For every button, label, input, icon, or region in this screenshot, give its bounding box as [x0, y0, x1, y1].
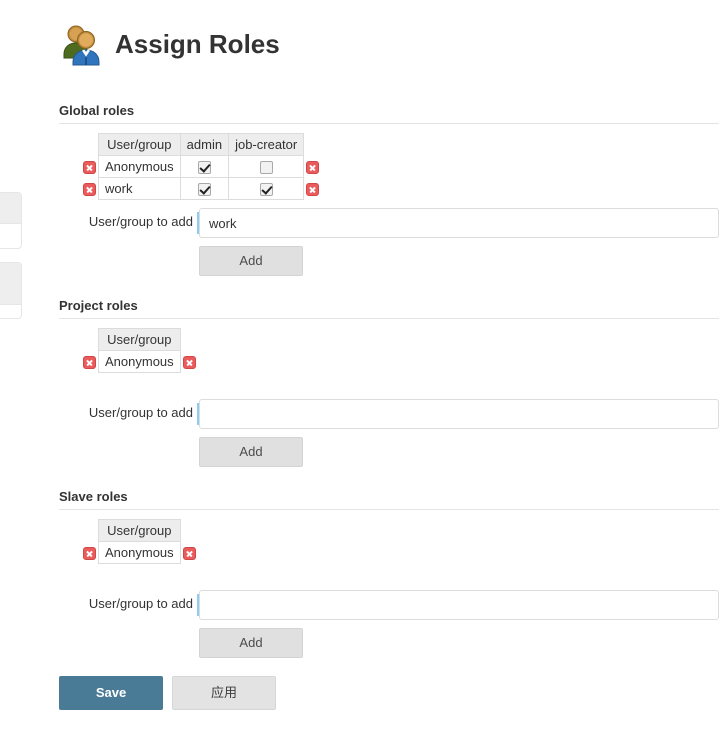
- section-project-roles: Project roles User/group Anonymous User/…: [59, 276, 719, 467]
- delete-row-icon[interactable]: [83, 161, 96, 175]
- section-slave-roles: Slave roles User/group Anonymous User/gr…: [59, 467, 719, 658]
- checkbox-admin[interactable]: [197, 183, 211, 197]
- table-row: Anonymous: [81, 155, 322, 178]
- sidebar-widget-stub-bottom: [0, 262, 22, 319]
- column-header-usergroup: User/group: [98, 133, 181, 156]
- sidebar-widget-stub-bottom-header: [0, 263, 21, 305]
- row-delete-column-header-right: [180, 329, 198, 351]
- global-add-field-wrap: [197, 208, 719, 238]
- cell-admin-checkbox[interactable]: [179, 155, 230, 178]
- cell-usergroup: Anonymous: [98, 541, 181, 564]
- project-add-user-row: User/group to add: [59, 399, 719, 429]
- row-delete-cell-right: [180, 542, 198, 564]
- global-add-user-row: User/group to add: [59, 208, 719, 238]
- project-usergroup-input[interactable]: [199, 399, 719, 429]
- column-header-usergroup: User/group: [98, 328, 181, 351]
- delete-row-icon[interactable]: [306, 183, 320, 197]
- slave-add-user-row: User/group to add: [59, 590, 719, 620]
- row-delete-column-header: [81, 329, 99, 351]
- project-add-button[interactable]: Add: [199, 437, 303, 467]
- global-usergroup-input[interactable]: [199, 208, 719, 238]
- global-add-button[interactable]: Add: [199, 246, 303, 276]
- column-header-usergroup: User/group: [98, 519, 181, 542]
- section-global-roles: Global roles User/group admin job-creato…: [59, 62, 719, 276]
- row-delete-column-header: [81, 520, 99, 542]
- project-roles-table: User/group Anonymous: [81, 328, 198, 373]
- row-delete-cell-left: [81, 178, 99, 200]
- focus-indicator: [197, 212, 199, 234]
- apply-button[interactable]: 应用: [172, 676, 276, 710]
- table-header-row: User/group admin job-creator: [81, 133, 322, 156]
- cell-usergroup: work: [98, 177, 181, 200]
- cell-admin-checkbox[interactable]: [179, 177, 230, 200]
- section-title-slave: Slave roles: [59, 489, 128, 504]
- table-row: Anonymous: [81, 541, 198, 564]
- save-button[interactable]: Save: [59, 676, 163, 710]
- global-roles-table-wrap: User/group admin job-creator Anonymous w…: [59, 124, 719, 200]
- slave-roles-table: User/group Anonymous: [81, 519, 198, 564]
- slave-add-button[interactable]: Add: [199, 628, 303, 658]
- delete-row-icon[interactable]: [83, 356, 96, 370]
- users-group-icon: [59, 20, 107, 68]
- project-add-field-wrap: [197, 399, 719, 429]
- row-delete-cell-right: [304, 178, 322, 200]
- section-title-global: Global roles: [59, 103, 135, 118]
- column-header-admin: admin: [179, 133, 230, 156]
- row-delete-column-header-right: [180, 520, 198, 542]
- row-delete-column-header-right: [304, 134, 322, 156]
- delete-row-icon[interactable]: [83, 183, 96, 197]
- row-delete-cell-right: [304, 156, 322, 178]
- page-title: Assign Roles: [115, 28, 280, 59]
- delete-row-icon[interactable]: [83, 547, 96, 561]
- checkbox-job-creator[interactable]: [259, 183, 273, 197]
- delete-row-icon[interactable]: [182, 356, 196, 370]
- delete-row-icon[interactable]: [182, 547, 196, 561]
- project-roles-table-wrap: User/group Anonymous: [59, 319, 719, 373]
- row-delete-column-header: [81, 134, 99, 156]
- slave-roles-table-wrap: User/group Anonymous: [59, 510, 719, 564]
- table-row: work: [81, 177, 322, 200]
- project-add-button-row: Add: [59, 437, 719, 467]
- page-header: Assign Roles: [59, 0, 719, 66]
- table-header-row: User/group: [81, 328, 198, 351]
- row-delete-cell-left: [81, 542, 99, 564]
- table-header-row: User/group: [81, 519, 198, 542]
- column-header-job-creator: job-creator: [228, 133, 305, 156]
- focus-indicator: [197, 594, 199, 616]
- cell-job-creator-checkbox[interactable]: [228, 155, 305, 178]
- sidebar-widget-stub-top: [0, 192, 22, 249]
- slave-usergroup-input[interactable]: [199, 590, 719, 620]
- checkbox-admin[interactable]: [197, 161, 211, 175]
- row-delete-cell-left: [81, 351, 99, 373]
- delete-row-icon[interactable]: [306, 161, 320, 175]
- cell-usergroup: Anonymous: [98, 155, 181, 178]
- checkbox-job-creator[interactable]: [259, 161, 273, 175]
- row-delete-cell-left: [81, 156, 99, 178]
- section-title-project: Project roles: [59, 298, 138, 313]
- row-delete-cell-right: [180, 351, 198, 373]
- sidebar-widget-stub-top-header: [0, 193, 21, 224]
- global-roles-table: User/group admin job-creator Anonymous w…: [81, 133, 322, 200]
- slave-add-field-wrap: [197, 590, 719, 620]
- form-footer-buttons: Save 应用: [59, 658, 719, 710]
- project-add-label: User/group to add: [88, 405, 193, 420]
- global-add-label: User/group to add: [88, 214, 193, 229]
- slave-add-button-row: Add: [59, 628, 719, 658]
- table-row: Anonymous: [81, 350, 198, 373]
- focus-indicator: [197, 403, 199, 425]
- cell-job-creator-checkbox[interactable]: [228, 177, 305, 200]
- slave-add-label: User/group to add: [88, 596, 193, 611]
- main-content: Assign Roles Global roles User/group adm…: [59, 0, 719, 731]
- cell-usergroup: Anonymous: [98, 350, 181, 373]
- global-add-button-row: Add: [59, 246, 719, 276]
